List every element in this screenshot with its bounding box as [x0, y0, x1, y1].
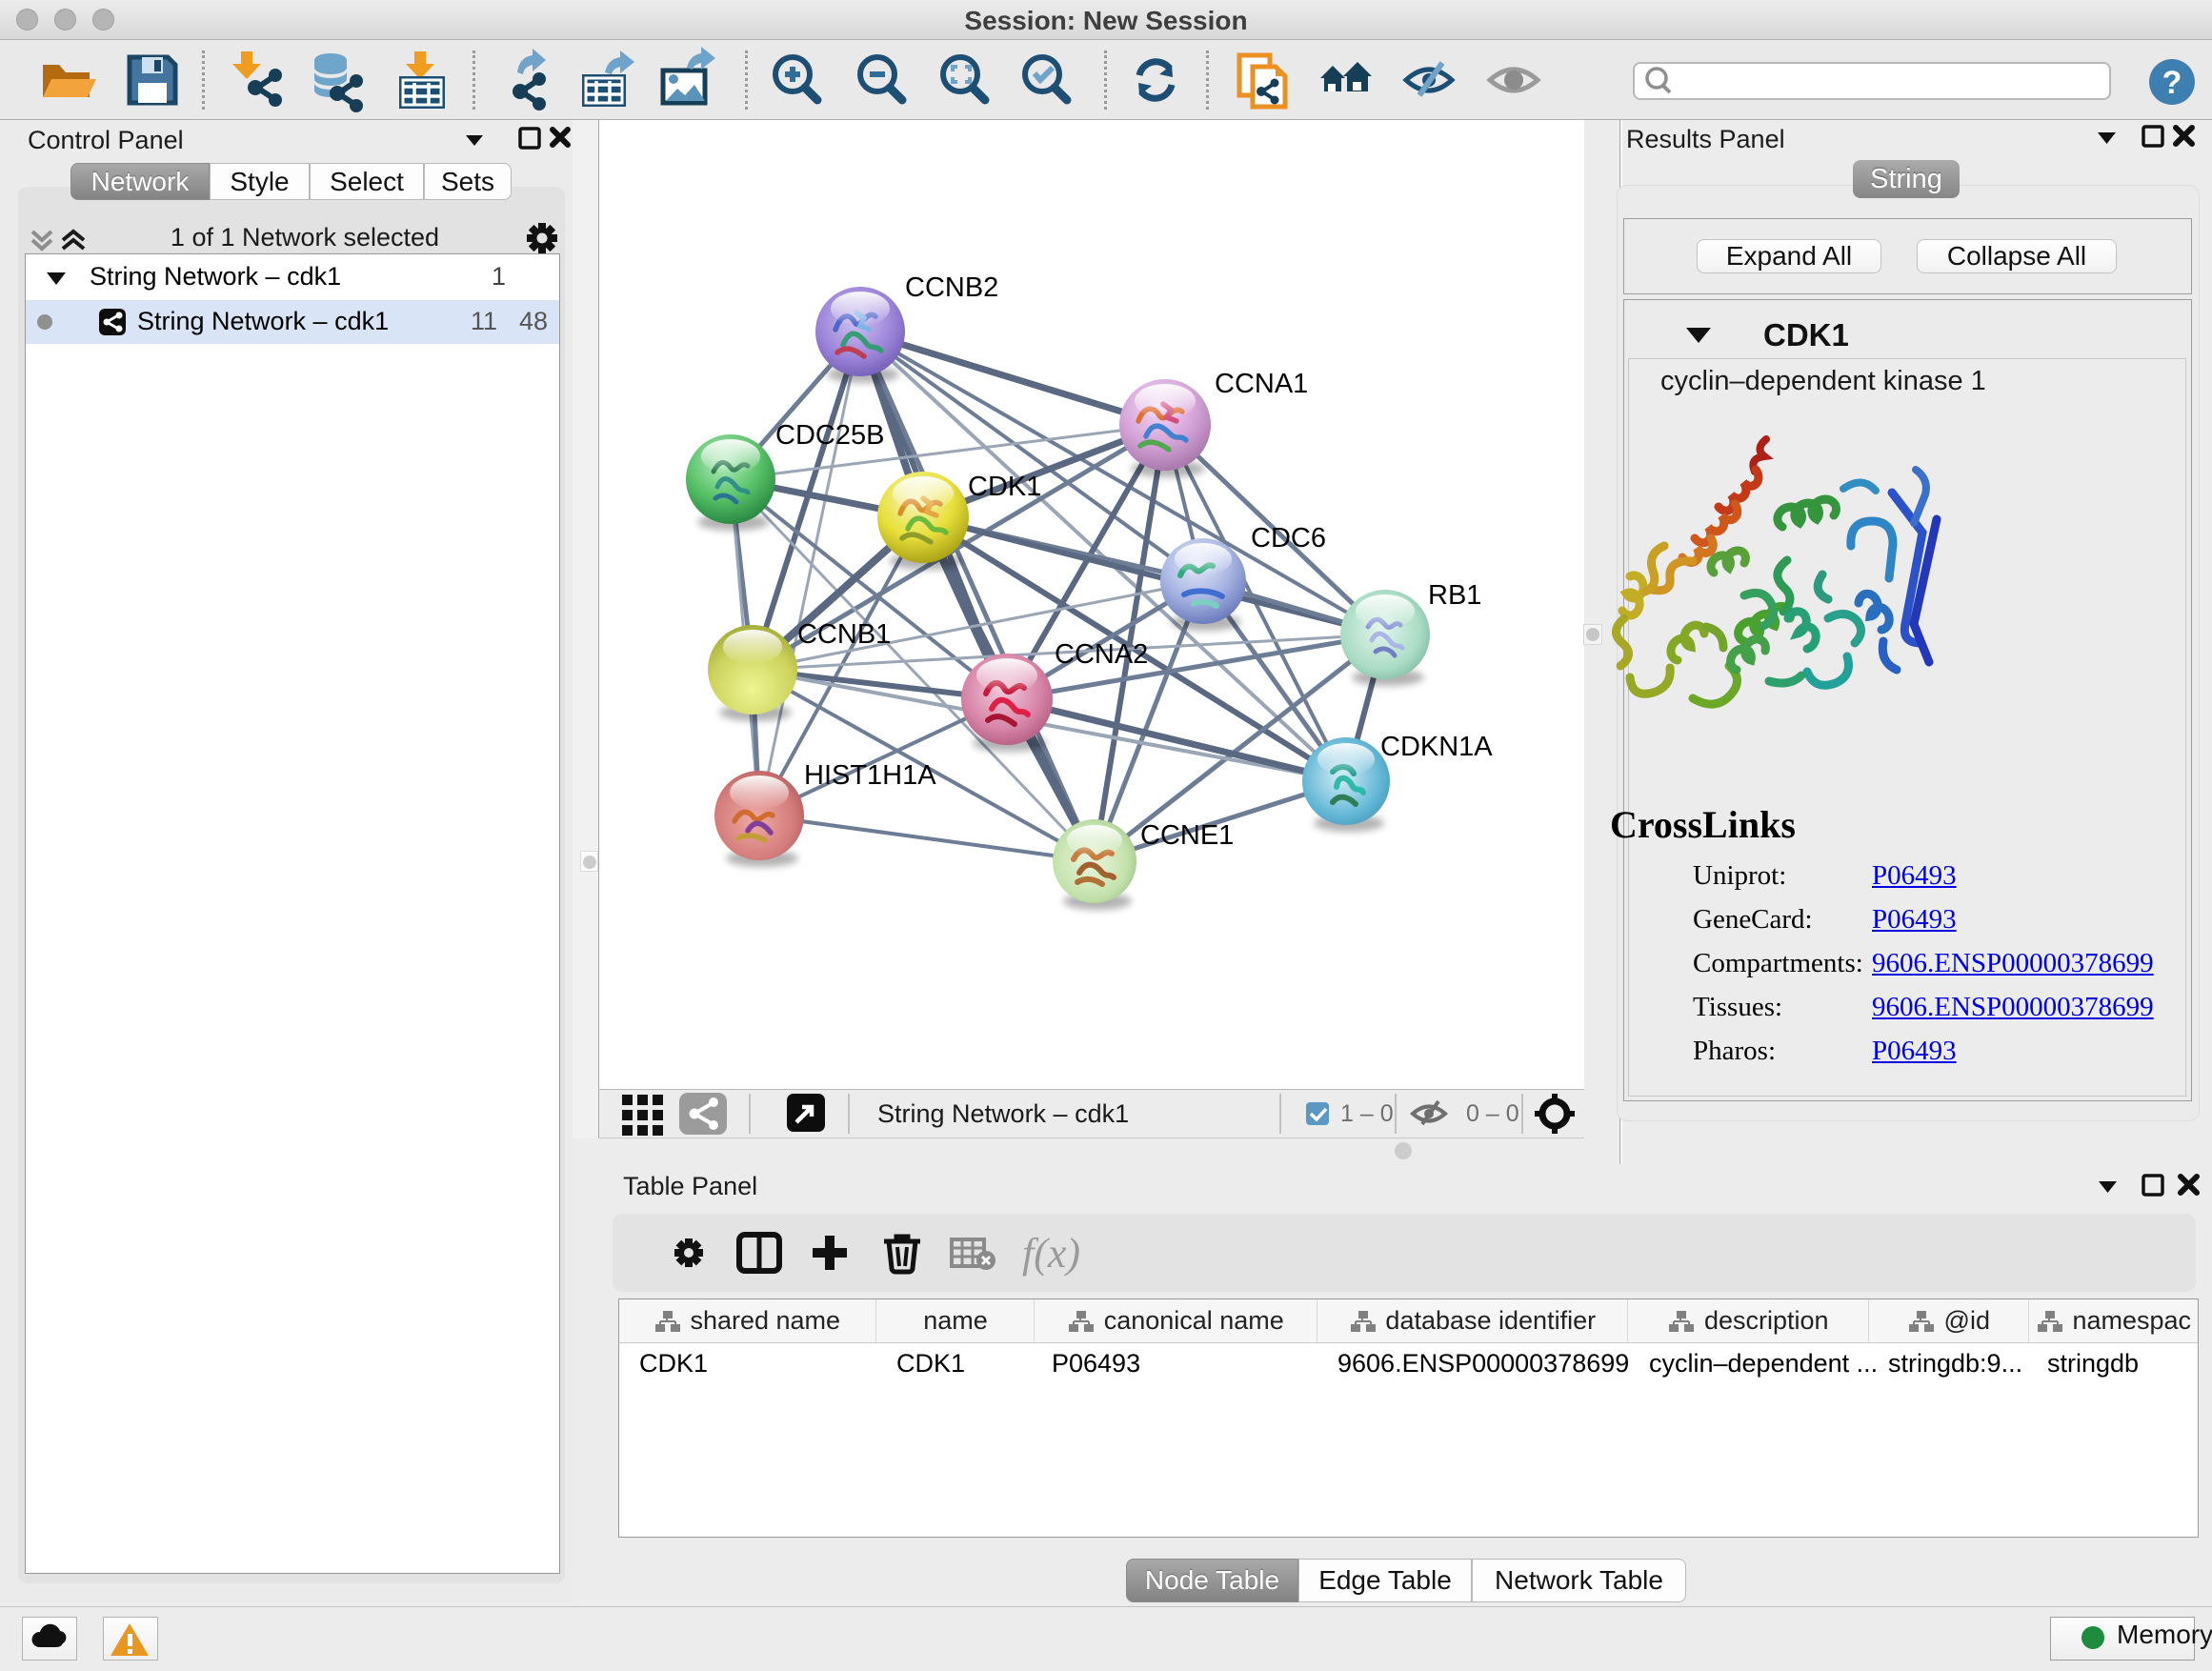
svg-text:CCNA2: CCNA2: [1055, 639, 1148, 670]
svg-text:CCNE1: CCNE1: [1140, 820, 1234, 851]
svg-text:CDC6: CDC6: [1251, 523, 1326, 554]
svg-text:1 – 0: 1 – 0: [1340, 1100, 1394, 1127]
svg-text:CDK1: CDK1: [968, 472, 1041, 502]
svg-text:RB1: RB1: [1428, 580, 1481, 611]
svg-text:CDKN1A: CDKN1A: [1380, 732, 1493, 762]
svg-text:CCNA1: CCNA1: [1215, 369, 1308, 399]
svg-text:?: ?: [2162, 65, 2182, 101]
svg-text:f(x): f(x): [1022, 1230, 1080, 1277]
svg-text:CCNB1: CCNB1: [797, 619, 891, 650]
svg-text:CCNB2: CCNB2: [905, 272, 998, 303]
svg-text:String Network – cdk1: String Network – cdk1: [877, 1099, 1129, 1128]
svg-text:0 – 0: 0 – 0: [1466, 1100, 1519, 1127]
svg-text:HIST1H1A: HIST1H1A: [804, 760, 936, 791]
svg-text:CDC25B: CDC25B: [775, 420, 884, 451]
